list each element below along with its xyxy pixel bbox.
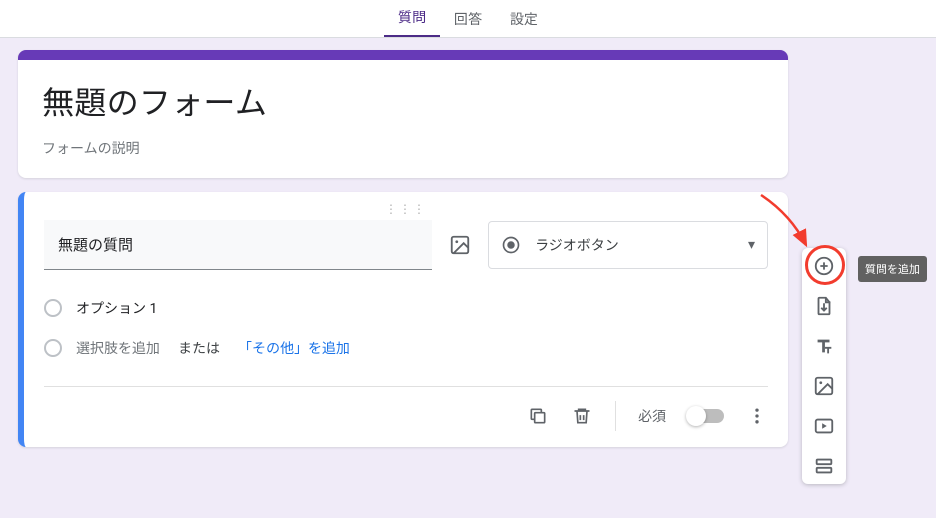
add-option-row[interactable]: 選択肢を追加 または 「その他」を追加 [44, 328, 768, 368]
divider [44, 386, 768, 387]
add-option-text[interactable]: 選択肢を追加 [76, 338, 160, 358]
add-title-icon[interactable] [812, 334, 836, 358]
option-row[interactable]: オプション 1 [44, 288, 768, 328]
drag-handle-icon[interactable]: ⋮⋮⋮ [44, 202, 768, 216]
duplicate-icon[interactable] [527, 405, 549, 427]
tab-questions[interactable]: 質問 [384, 0, 440, 37]
separator [615, 401, 616, 431]
radio-circle-icon [44, 299, 62, 317]
chevron-down-icon: ▾ [748, 237, 755, 253]
question-type-label: ラジオボタン [535, 235, 619, 255]
question-title-input[interactable] [44, 220, 432, 270]
add-question-icon[interactable] [812, 254, 836, 278]
form-title[interactable]: 無題のフォーム [42, 78, 764, 124]
tab-settings[interactable]: 設定 [496, 1, 552, 37]
question-type-select[interactable]: ラジオボタン ▾ [488, 221, 768, 269]
add-question-tooltip: 質問を追加 [858, 256, 927, 282]
import-questions-icon[interactable] [812, 294, 836, 318]
more-options-icon[interactable] [746, 405, 768, 427]
editor-tabs: 質問 回答 設定 [0, 0, 936, 38]
question-footer: 必須 [44, 393, 768, 443]
add-image-icon[interactable] [448, 233, 472, 257]
add-video-icon[interactable] [812, 414, 836, 438]
side-toolbar [802, 248, 846, 484]
form-header-card[interactable]: 無題のフォーム フォームの説明 [18, 50, 788, 178]
add-image-icon[interactable] [812, 374, 836, 398]
add-section-icon[interactable] [812, 454, 836, 478]
required-label: 必須 [638, 406, 666, 426]
required-toggle[interactable] [688, 409, 724, 423]
tab-responses[interactable]: 回答 [440, 1, 496, 37]
add-other-link[interactable]: 「その他」を追加 [238, 338, 350, 358]
form-description[interactable]: フォームの説明 [42, 138, 764, 158]
question-card[interactable]: ⋮⋮⋮ ラジオボタン ▾ オプション 1 選択肢を追加 または 「その他」を追加 [18, 192, 788, 447]
delete-icon[interactable] [571, 405, 593, 427]
or-text: または [178, 338, 220, 358]
radio-circle-icon [44, 339, 62, 357]
option-label[interactable]: オプション 1 [76, 298, 768, 318]
radio-icon [501, 235, 521, 255]
